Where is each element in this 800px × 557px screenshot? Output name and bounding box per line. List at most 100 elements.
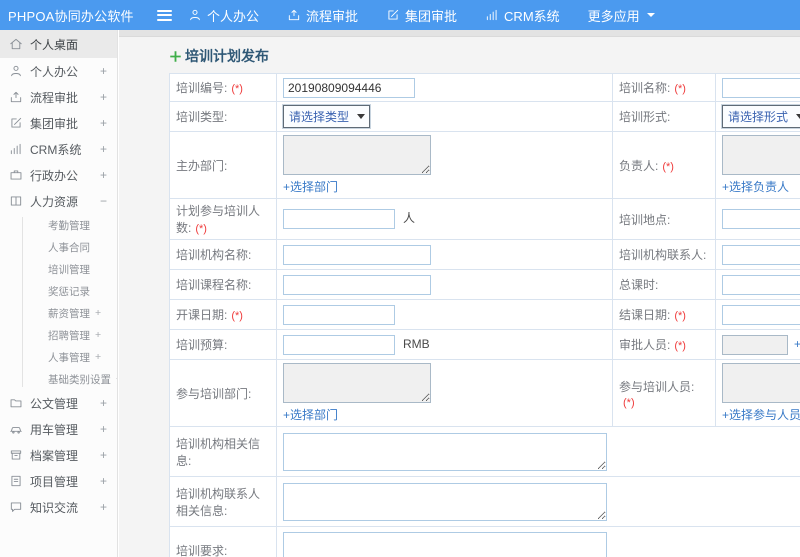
course-name-input[interactable] <box>283 274 431 295</box>
form-field-cell <box>276 476 800 527</box>
training-type-select[interactable]: 请选择类型 <box>283 105 371 128</box>
expand-plus-icon: + <box>99 168 107 182</box>
crm-chart-icon <box>9 142 23 156</box>
sidebar-sub-item[interactable]: 人事合同 <box>0 236 117 258</box>
org-contact-input[interactable] <box>722 244 800 265</box>
sidebar-item[interactable]: 公文管理 + <box>0 390 117 416</box>
total-hours-input[interactable] <box>722 274 800 295</box>
sidebar-sub-item[interactable]: 基础类别设置 + <box>0 368 117 390</box>
training-number-input[interactable] <box>283 77 415 98</box>
form-label: 结课日期: <box>619 308 671 322</box>
form-label-cell: 培训形式: <box>612 101 716 132</box>
form-label: 培训地点: <box>619 212 671 227</box>
form-row: 培训机构联系人相关信息: <box>169 476 800 527</box>
budget-input[interactable] <box>283 334 395 355</box>
sidebar-item[interactable]: 行政办公 + <box>0 162 117 188</box>
hr-book-icon <box>9 194 23 208</box>
sidebar-item[interactable]: 集团审批 + <box>0 110 117 136</box>
form-label: 培训形式: <box>619 110 671 124</box>
required-marker: (*) <box>195 223 207 235</box>
caret-down-icon <box>357 114 366 119</box>
sidebar-item-label: 个人桌面 <box>30 37 79 52</box>
sidebar-item[interactable]: 知识交流 + <box>0 494 117 520</box>
top-nav-item[interactable]: 更多应用 <box>588 6 655 25</box>
training-location-input[interactable] <box>722 209 800 229</box>
select-leader-link[interactable]: +选择负责人 <box>722 180 789 194</box>
required-marker: (*) <box>674 310 686 322</box>
participating-departments-textarea[interactable] <box>283 363 431 403</box>
top-nav-item[interactable]: 集团审批 <box>386 6 457 25</box>
form-row: 培训要求: <box>169 526 800 557</box>
expand-plus-icon: + <box>99 396 107 410</box>
training-form-select[interactable]: 请选择形式 <box>722 105 800 128</box>
org-info-textarea[interactable] <box>283 432 607 471</box>
top-nav-label: CRM系统 <box>504 8 560 24</box>
sidebar-item[interactable]: 个人办公 + <box>0 58 117 84</box>
sidebar-sub-item[interactable]: 招聘管理 + <box>0 324 117 346</box>
form-field-cell <box>276 526 800 557</box>
participants-textarea[interactable] <box>722 363 800 403</box>
form-label-cell: 培训机构联系人: <box>612 239 716 270</box>
link-row: +选择参与人员 <box>722 406 800 423</box>
form-label-cell: 审批人员: (*) <box>612 329 716 360</box>
sidebar-sub-item-label: 奖惩记录 <box>48 285 90 298</box>
end-date-input[interactable] <box>722 304 800 325</box>
sidebar-sub-item[interactable]: 培训管理 <box>0 258 117 280</box>
link-row: +选择负责人 <box>722 178 800 195</box>
form-field-cell <box>276 73 613 102</box>
sidebar-item[interactable]: 档案管理 + <box>0 442 117 468</box>
form-label: 计划参与培训人数: <box>176 204 261 235</box>
field-suffix: 人 <box>403 211 416 226</box>
org-name-input[interactable] <box>283 244 431 265</box>
person-icon <box>9 64 23 78</box>
hamburger-icon[interactable] <box>150 0 178 30</box>
top-nav-item[interactable]: 个人办公 <box>188 6 259 25</box>
form-label-cell: 结课日期: (*) <box>612 299 716 330</box>
form-field-cell: 人 <box>276 198 613 240</box>
sidebar-item-label: CRM系统 <box>30 142 82 157</box>
sidebar-item[interactable]: CRM系统 + <box>0 136 117 162</box>
sidebar-item-label: 个人办公 <box>30 64 79 79</box>
form-field-cell: RMB <box>276 329 613 360</box>
leader-textarea[interactable] <box>722 135 800 175</box>
expand-plus-icon: + <box>116 373 117 385</box>
caret-down-icon <box>796 114 800 119</box>
approver-input[interactable] <box>722 334 788 355</box>
sidebar-item[interactable]: 流程审批 + <box>0 84 117 110</box>
required-marker: (*) <box>231 310 243 322</box>
training-name-input[interactable] <box>722 77 800 98</box>
host-department-textarea[interactable] <box>283 135 431 175</box>
form-label-cell: 培训机构联系人相关信息: <box>169 476 277 527</box>
select-department-link[interactable]: +选择部门 <box>283 180 338 194</box>
car-icon <box>9 422 23 436</box>
form-label: 培训课程名称: <box>176 278 252 292</box>
select-approver-link[interactable]: +选择审批人员 <box>794 337 800 351</box>
sidebar-item[interactable]: 人力资源 − <box>0 188 117 214</box>
training-requirements-textarea[interactable] <box>283 531 607 557</box>
sidebar-sub-item[interactable]: 奖惩记录 <box>0 280 117 302</box>
required-marker: (*) <box>623 396 635 409</box>
org-contact-info-textarea[interactable] <box>283 482 607 521</box>
top-nav-item[interactable]: 流程审批 <box>287 6 358 25</box>
form-label: 审批人员: <box>619 338 671 352</box>
sidebar-sub-item[interactable]: 人事管理 + <box>0 346 117 368</box>
sidebar-sub-item[interactable]: 薪资管理 + <box>0 302 117 324</box>
select-department-link[interactable]: +选择部门 <box>283 408 338 422</box>
form-field-cell <box>715 299 800 330</box>
form-row: 培训类型: 请选择类型 培训形式: 请选择形式 <box>169 101 800 132</box>
form-label-cell: 参与培训部门: <box>169 359 277 427</box>
start-date-input[interactable] <box>283 304 395 325</box>
form-wrapper: 培训编号:(*)培训名称:(*)培训类型:请选择类型培训形式:请选择形式主办部门… <box>169 73 800 557</box>
sidebar-item[interactable]: 个人桌面 <box>0 30 117 58</box>
form-label: 负责人: <box>619 158 659 173</box>
select-participants-link[interactable]: +选择参与人员 <box>722 408 800 422</box>
sidebar-sub-item[interactable]: 考勤管理 <box>0 214 117 236</box>
project-icon <box>9 474 23 488</box>
top-nav-item[interactable]: CRM系统 <box>485 6 560 25</box>
chat-icon <box>9 500 23 514</box>
sidebar-item[interactable]: 用车管理 + <box>0 416 117 442</box>
sidebar-item[interactable]: 项目管理 + <box>0 468 117 494</box>
workflow-approval-icon <box>287 8 301 22</box>
planned-participants-input[interactable] <box>283 209 395 229</box>
sidebar-sub-item-label: 基础类别设置 <box>48 373 111 386</box>
